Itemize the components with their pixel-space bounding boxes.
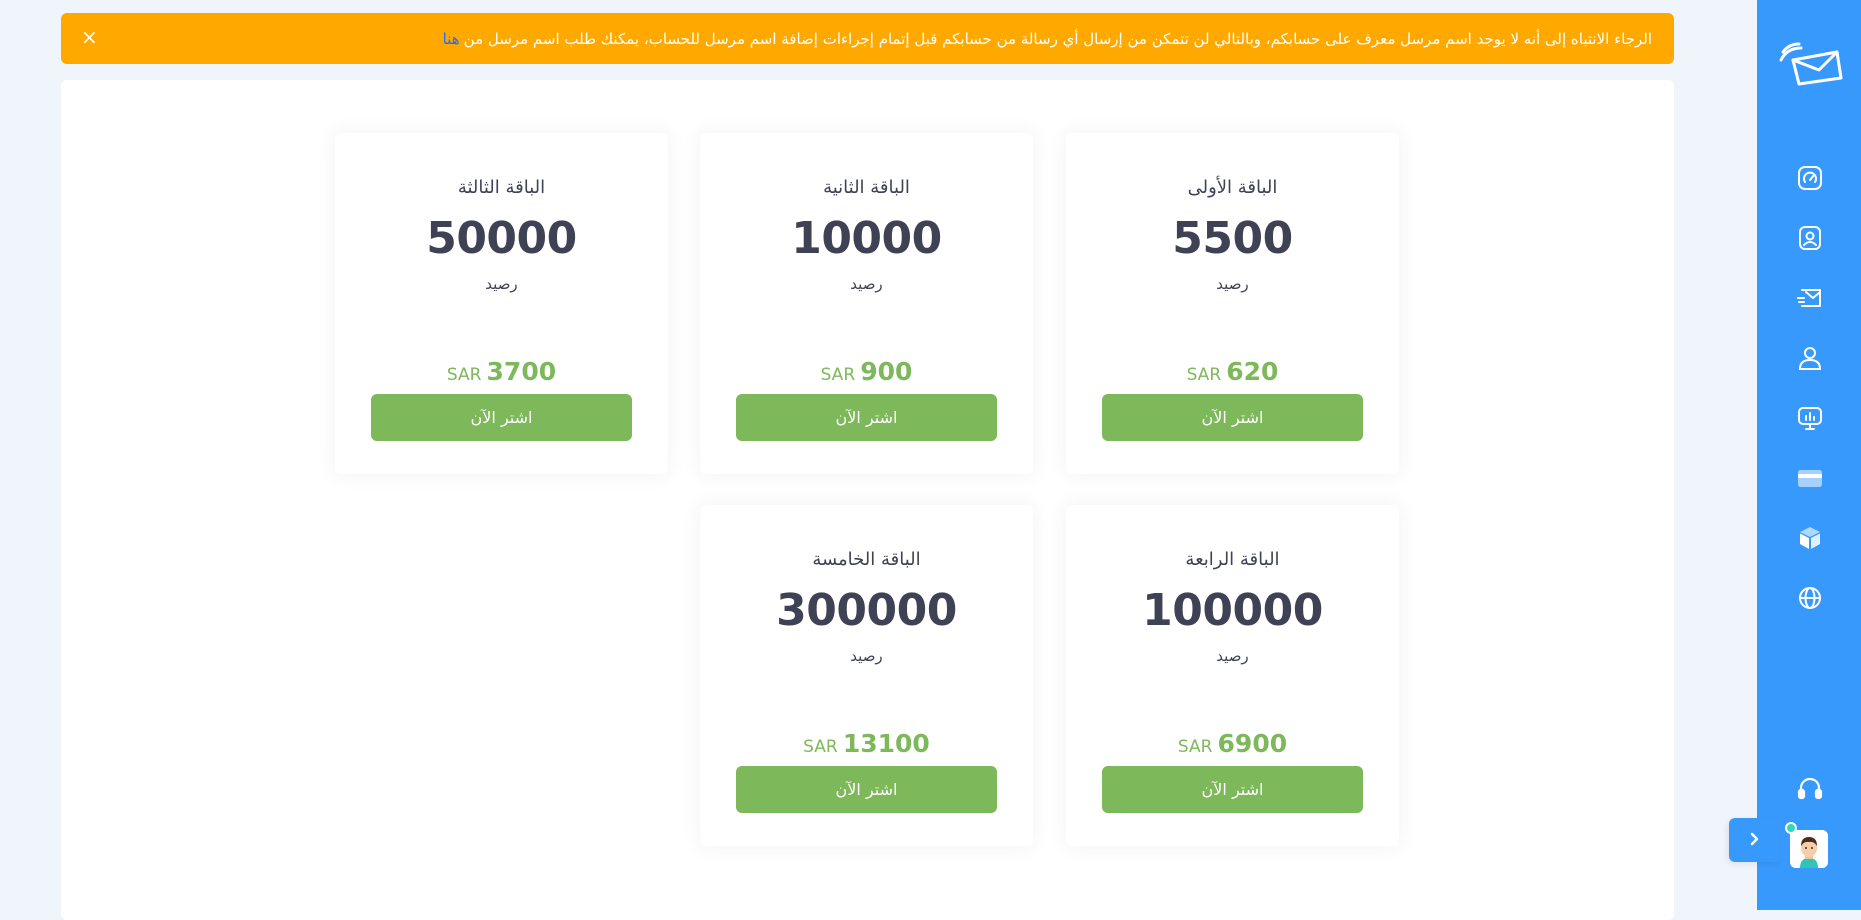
currency-label: SAR [1186,365,1222,385]
package-price: SAR 900 [700,357,1033,386]
price-amount: 6900 [1217,729,1288,758]
profile-icon[interactable] [1795,343,1825,373]
package-unit: رصيد [485,275,518,293]
currency-label: SAR [803,737,838,757]
packages-panel: الباقة الأولى 5500 رصيد SAR 620 اشتر الآ… [61,80,1674,920]
price-amount: 13100 [842,729,930,758]
globe-icon[interactable] [1795,583,1825,613]
package-unit: رصيد [1216,647,1249,665]
package-title: الباقة الثالثة [457,177,546,198]
package-price: SAR 620 [1066,357,1399,386]
currency-label: SAR [820,365,856,385]
package-card: الباقة الرابعة 100000 رصيد SAR 6900 اشتر… [1066,505,1399,846]
sender-name-alert: الرجاء الانتباه إلى أنه لا يوجد اسم مرسل… [61,13,1674,64]
package-quantity: 100000 [1142,585,1323,636]
package-quantity: 50000 [426,213,577,264]
package-unit: رصيد [850,647,883,665]
buy-now-button[interactable]: اشتر الآن [736,394,997,441]
price-amount: 620 [1226,357,1279,386]
package-title: الباقة الأولى [1187,177,1278,198]
support-icon[interactable] [1795,773,1825,803]
currency-label: SAR [446,365,482,385]
package-title: الباقة الثانية [823,177,910,198]
alert-message: الرجاء الانتباه إلى أنه لا يوجد اسم مرسل… [463,29,1652,48]
buy-now-button[interactable]: اشتر الآن [736,766,997,813]
package-card: الباقة الخامسة 300000 رصيد SAR 13100 اشت… [700,505,1033,846]
package-card: الباقة الأولى 5500 رصيد SAR 620 اشتر الآ… [1066,133,1399,474]
close-icon[interactable]: × [81,26,98,48]
package-card: الباقة الثالثة 50000 رصيد SAR 3700 اشتر … [335,133,668,474]
package-title: الباقة الخامسة [812,549,921,570]
logo-icon[interactable] [1779,40,1845,90]
price-amount: 3700 [486,357,557,386]
buy-now-button[interactable]: اشتر الآن [1102,766,1363,813]
package-card: الباقة الثانية 10000 رصيد SAR 900 اشتر ا… [700,133,1033,474]
reports-icon[interactable] [1795,403,1825,433]
packages-icon[interactable] [1795,523,1825,553]
package-unit: رصيد [850,275,883,293]
package-price: SAR 6900 [1066,729,1399,758]
chevron-right-icon [1747,831,1761,850]
expand-sidebar-button[interactable] [1729,818,1779,862]
price-amount: 900 [860,357,913,386]
buy-now-button[interactable]: اشتر الآن [371,394,632,441]
dashboard-icon[interactable] [1795,163,1825,193]
package-quantity: 10000 [791,213,942,264]
package-price: SAR 3700 [335,357,668,386]
package-price: SAR 13100 [700,729,1033,758]
buy-now-button[interactable]: اشتر الآن [1102,394,1363,441]
currency-label: SAR [1177,737,1213,757]
package-title: الباقة الرابعة [1185,549,1280,570]
sidebar [1757,0,1861,910]
package-unit: رصيد [1216,275,1249,293]
billing-icon[interactable] [1795,463,1825,493]
alert-link[interactable]: هنا [443,30,460,48]
package-quantity: 5500 [1172,213,1293,264]
avatar[interactable] [1790,830,1828,868]
messages-icon[interactable] [1795,283,1825,313]
package-quantity: 300000 [776,585,957,636]
online-status-dot [1785,822,1797,834]
contacts-icon[interactable] [1795,223,1825,253]
